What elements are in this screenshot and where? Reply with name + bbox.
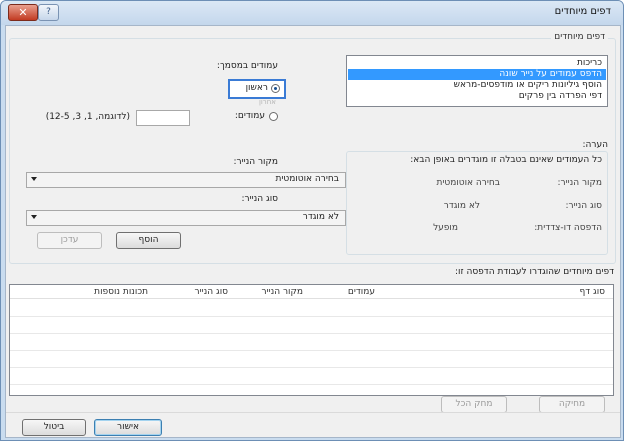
table-caption: דפים מיוחדים שהוגדרו לעבודת הדפסה זו:	[454, 267, 614, 277]
window-title: דפים מיוחדים	[554, 6, 611, 17]
pages-input[interactable]	[136, 110, 190, 126]
pages-radio-label: עמודים:	[234, 111, 265, 121]
note-key: סוג הנייר:	[565, 201, 602, 211]
title-bar: דפים מיוחדים ✕ ?	[1, 1, 623, 25]
special-pages-list[interactable]: כריכות הדפס עמודים על נייר שונה הוסף גיל…	[346, 55, 608, 107]
column-header[interactable]: סוג דף	[579, 287, 605, 297]
note-value: לא מוגדר	[443, 201, 480, 211]
column-header[interactable]: תכונות נוספות	[94, 287, 148, 297]
paper-source-select[interactable]: בחירה אוטומטית	[26, 172, 346, 188]
table-row	[10, 333, 613, 334]
chevron-down-icon	[31, 215, 37, 219]
note-key: מקור הנייר:	[557, 178, 602, 188]
delete-all-button[interactable]: מחק הכל	[441, 396, 507, 413]
pages-radio[interactable]	[269, 112, 278, 121]
update-button[interactable]: עדכן	[37, 232, 102, 249]
ok-button[interactable]: אישור	[94, 419, 162, 436]
cancel-button[interactable]: ביטול	[22, 419, 86, 436]
special-pages-table[interactable]: סוג דף עמודים מקור הנייר סוג הנייר תכונו…	[9, 284, 614, 396]
note-text: כל העמודים שאינם בטבלה זו מוגדרים באופן …	[410, 155, 602, 165]
note-value: מופעל	[433, 223, 458, 233]
table-header: סוג דף עמודים מקור הנייר סוג הנייר תכונו…	[10, 285, 613, 299]
table-row	[10, 350, 613, 351]
dialog-body: דפים מיוחדים כריכות הדפס עמודים על נייר …	[5, 25, 621, 438]
column-header[interactable]: מקור הנייר	[262, 287, 303, 297]
table-row	[10, 384, 613, 385]
paper-type-label: סוג הנייר:	[241, 194, 278, 204]
paper-type-select[interactable]: לא מוגדר	[26, 210, 346, 226]
pages-in-doc-label: עמודים במסמך:	[216, 61, 278, 71]
list-item[interactable]: הוסף גיליונות ריקים או מודפסים-מראש	[348, 80, 606, 91]
table-row	[10, 316, 613, 317]
group-label: דפים מיוחדים	[551, 32, 608, 42]
list-item[interactable]: דפי הפרדה בין פרקים	[348, 91, 606, 102]
first-radio-focus[interactable]: ראשון	[228, 79, 286, 99]
note-title: הערה:	[582, 140, 608, 150]
close-button[interactable]: ✕	[8, 4, 38, 21]
last-radio-label: אחרון	[258, 98, 276, 106]
dialog-window: דפים מיוחדים ✕ ? דפים מיוחדים כריכות הדפ…	[0, 0, 624, 441]
chevron-down-icon	[31, 177, 37, 181]
help-icon: ?	[46, 7, 51, 17]
note-value: בחירה אוטומטית	[436, 178, 500, 188]
help-button[interactable]: ?	[38, 4, 59, 21]
list-item[interactable]: הדפס עמודים על נייר שונה	[348, 69, 606, 80]
table-row	[10, 367, 613, 368]
list-item[interactable]: כריכות	[348, 58, 606, 69]
paper-source-label: מקור הנייר:	[233, 157, 278, 167]
note-key: הדפסה דו-צדדית:	[534, 223, 602, 233]
divider	[6, 412, 620, 413]
add-button[interactable]: הוסף	[116, 232, 181, 249]
first-radio-label: ראשון	[245, 83, 268, 93]
pages-example: (לדוגמה, 1, 3, 12-5)	[45, 112, 130, 122]
column-header[interactable]: עמודים	[348, 287, 375, 297]
column-header[interactable]: סוג הנייר	[195, 287, 228, 297]
close-icon: ✕	[18, 6, 28, 19]
delete-button[interactable]: מחיקה	[539, 396, 605, 413]
first-radio[interactable]	[271, 84, 280, 93]
